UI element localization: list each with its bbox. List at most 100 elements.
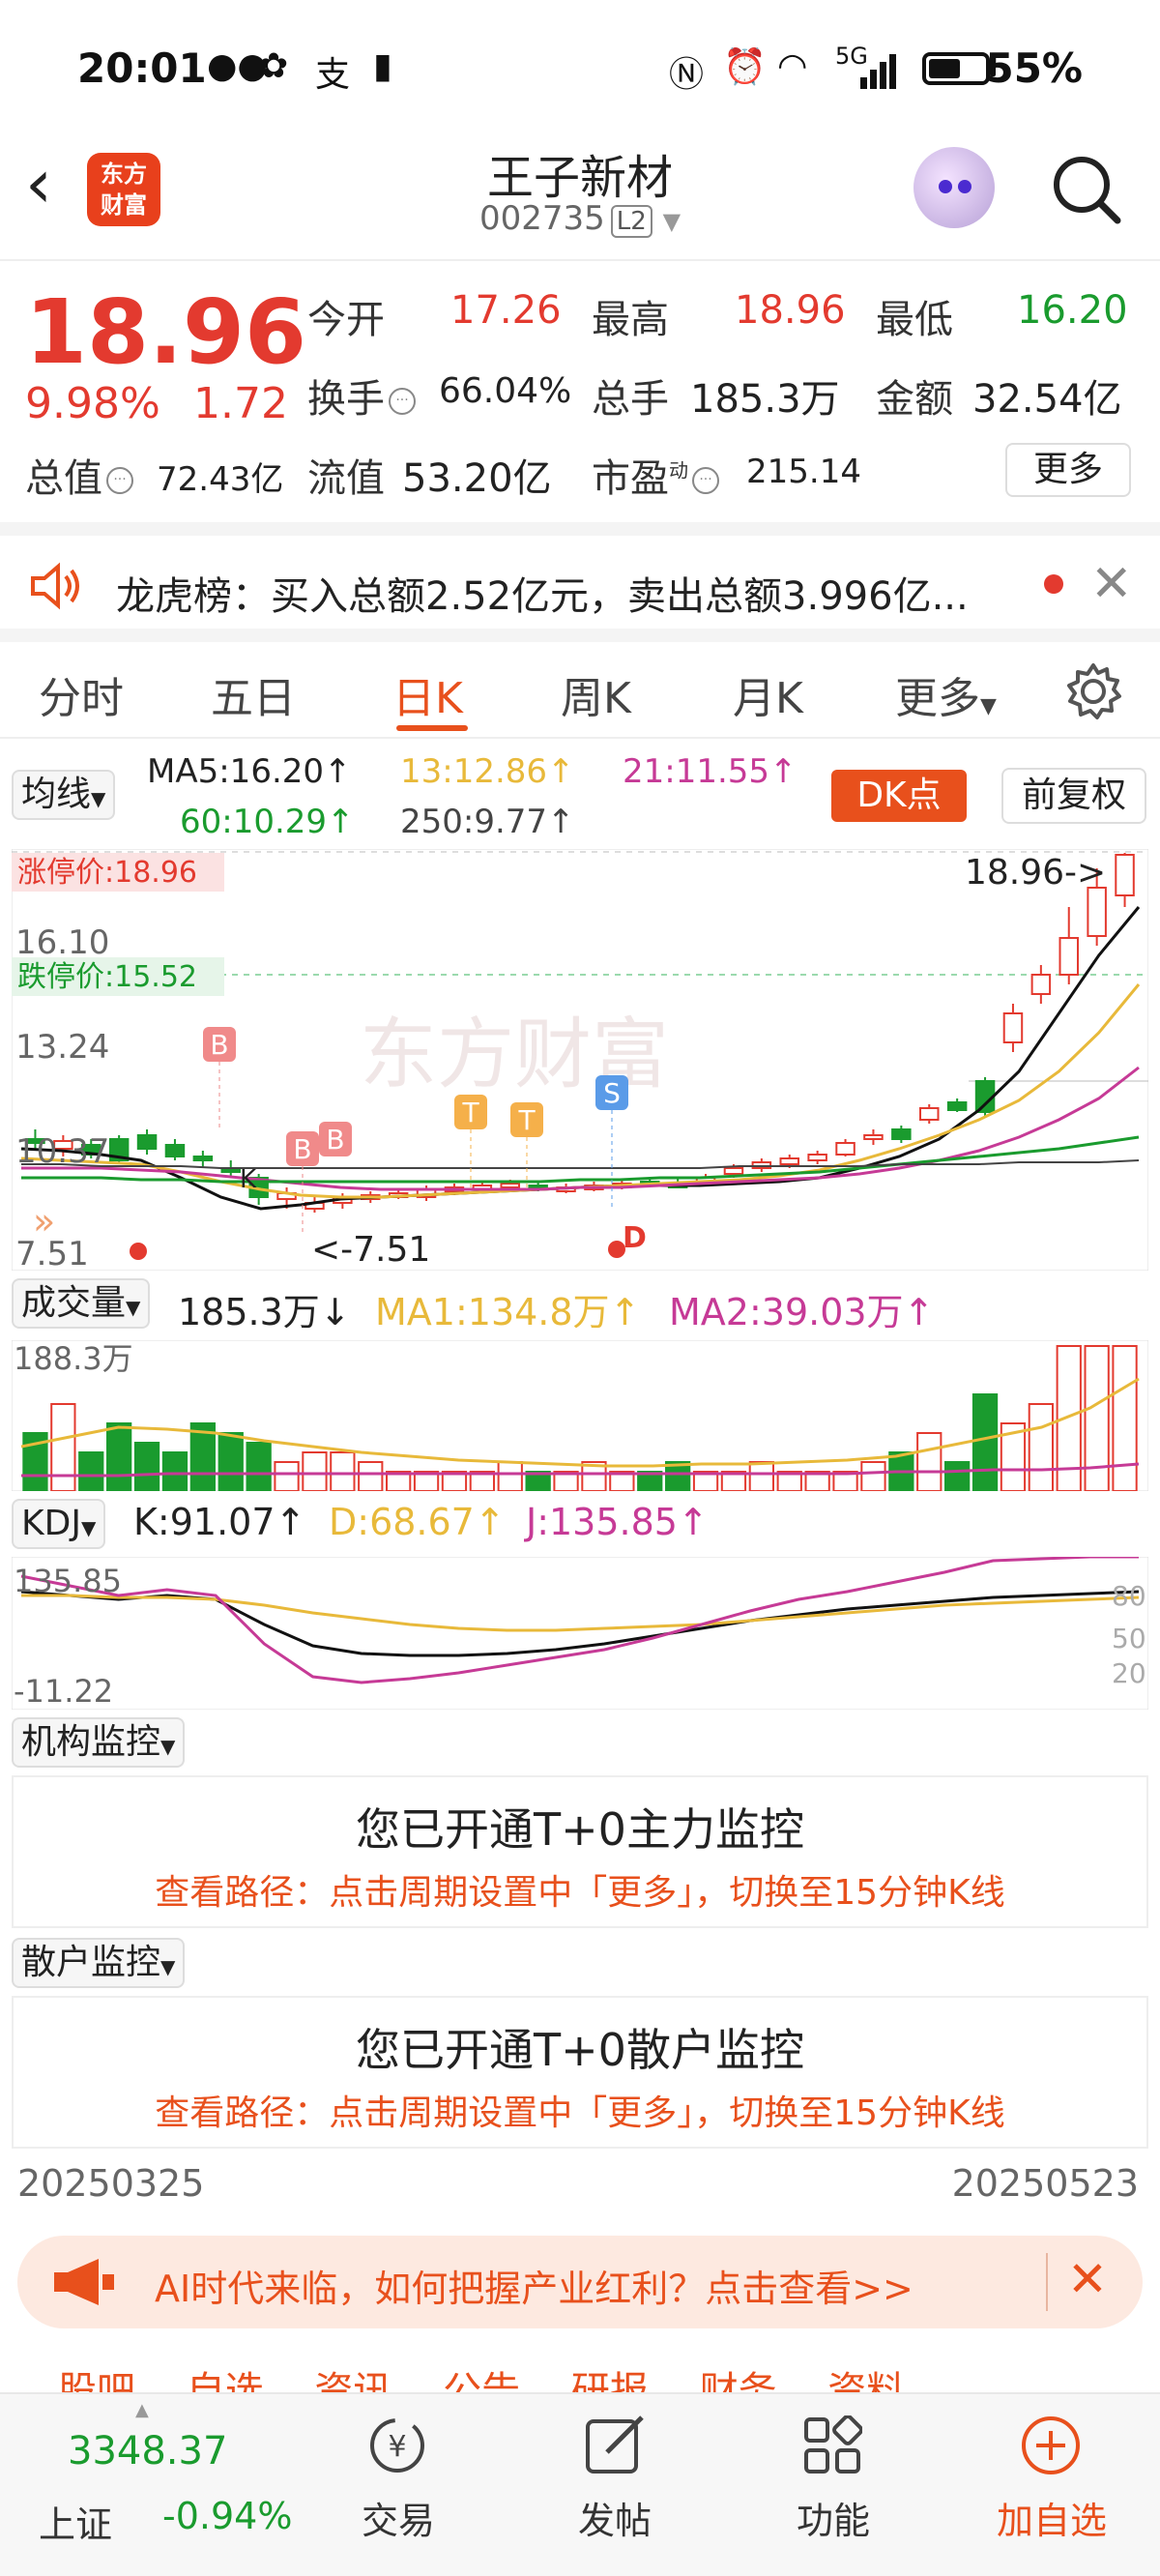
turnover-label: 换手 ··· bbox=[307, 367, 420, 424]
candle-body bbox=[500, 1183, 520, 1188]
battery-percent: 55% bbox=[985, 44, 1083, 92]
kdj-y-bottom: -11.22 bbox=[14, 1673, 113, 1710]
volume-bar bbox=[748, 1461, 774, 1491]
divider bbox=[0, 629, 1160, 642]
y-axis-label: 16.10 bbox=[15, 923, 109, 962]
volume-bar bbox=[1028, 1403, 1054, 1491]
sell-marker: S bbox=[603, 1077, 621, 1109]
info-icon: ··· bbox=[389, 388, 416, 415]
volume-bar bbox=[50, 1403, 76, 1491]
ma-selector[interactable]: 均线▼ bbox=[12, 770, 116, 820]
kdj-level: 20 bbox=[1112, 1657, 1146, 1689]
institution-monitor-selector[interactable]: 机构监控▼ bbox=[12, 1717, 186, 1768]
monitor-path: 查看路径：点击周期设置中「更多」，切换至15分钟K线 bbox=[155, 1873, 1005, 1913]
candle-body bbox=[164, 1144, 186, 1157]
alarm-icon: ⏰ bbox=[723, 47, 767, 87]
dk-point-button[interactable]: DK点 bbox=[831, 770, 967, 822]
signal-icon bbox=[860, 54, 896, 89]
close-icon[interactable]: ✕ bbox=[1090, 555, 1133, 613]
volume-value: 185.3万 bbox=[690, 377, 840, 422]
ai-assistant-avatar[interactable] bbox=[914, 147, 995, 228]
candle-body bbox=[919, 1107, 940, 1121]
forward-adjust-button[interactable]: 前复权 bbox=[1001, 768, 1146, 824]
tab-five-day[interactable]: 五日 bbox=[211, 663, 296, 725]
notice-text: 龙虎榜：买入总额2.52亿元，卖出总额3.996亿... bbox=[116, 574, 969, 619]
min-price-marker: <-7.51 bbox=[311, 1230, 430, 1270]
content-tabs-partial: 股吧 自选 资讯 公告 研报 财务 资料 bbox=[0, 2359, 1160, 2394]
max-price-marker: 18.96-> bbox=[965, 853, 1106, 893]
y-axis-label: 7.51 bbox=[15, 1235, 89, 1271]
institution-monitor-panel[interactable]: 您已开通T+0主力监控 查看路径：点击周期设置中「更多」，切换至15分钟K线 bbox=[12, 1775, 1148, 1928]
buy-marker: B bbox=[326, 1124, 344, 1156]
search-icon[interactable] bbox=[1050, 153, 1123, 226]
volume-selector[interactable]: 成交量▼ bbox=[12, 1278, 151, 1329]
volume-chart[interactable]: 188.3万 bbox=[12, 1340, 1148, 1491]
amount-value: 32.54亿 bbox=[972, 377, 1122, 422]
settings-gear-icon[interactable] bbox=[1063, 661, 1123, 721]
t-marker: T bbox=[517, 1104, 536, 1136]
svg-text:¥: ¥ bbox=[388, 2430, 406, 2464]
volume-label: 总手 bbox=[592, 377, 669, 422]
add-circle-icon bbox=[1022, 2416, 1080, 2474]
tab-more[interactable]: 更多▼ bbox=[895, 663, 997, 725]
tab-daily-k[interactable]: 日K bbox=[392, 663, 463, 725]
megaphone-icon bbox=[54, 2259, 114, 2305]
tab-minute[interactable]: 分时 bbox=[39, 663, 124, 725]
candle-body bbox=[192, 1156, 214, 1161]
dragon-tiger-notice[interactable]: 龙虎榜：买入总额2.52亿元，卖出总额3.996亿... ✕ bbox=[0, 538, 1160, 634]
retail-monitor-panel[interactable]: 您已开通T+0散户监控 查看路径：点击周期设置中「更多」，切换至15分钟K线 bbox=[12, 1996, 1148, 2149]
volume-bar bbox=[972, 1393, 999, 1491]
candle-body bbox=[1030, 974, 1052, 995]
divider bbox=[1046, 2253, 1048, 2311]
volume-bar bbox=[218, 1432, 244, 1491]
retail-monitor-selector[interactable]: 散户监控▼ bbox=[12, 1938, 186, 1988]
close-icon[interactable]: ✕ bbox=[1067, 2251, 1108, 2307]
volume-ma1: MA1:134.8万↑ bbox=[375, 1291, 641, 1333]
candle-body bbox=[723, 1167, 744, 1175]
change-percent: 9.98% bbox=[25, 379, 160, 428]
tab-weekly-k[interactable]: 周K bbox=[561, 663, 631, 725]
status-bar: 20:01 ●● ✿ 支 ▮ Ⓝ ⏰ ◠ 5G 55% bbox=[0, 0, 1160, 135]
ai-promo-banner[interactable]: AI时代来临，如何把握产业红利？点击查看>> ✕ bbox=[17, 2236, 1143, 2328]
speaker-icon bbox=[31, 562, 79, 610]
volume-bar bbox=[78, 1451, 104, 1491]
ma5-value: MA5:16.20↑ bbox=[147, 752, 352, 791]
low-label: 最低 bbox=[876, 298, 953, 342]
candle-body bbox=[1087, 887, 1107, 937]
compose-icon bbox=[586, 2415, 644, 2474]
more-quote-button[interactable]: 更多 bbox=[1005, 443, 1131, 497]
tab-monthly-k[interactable]: 月K bbox=[733, 663, 803, 725]
open-value: 17.26 bbox=[450, 288, 562, 333]
kdj-chart[interactable]: 135.85 -11.22 80 50 20 bbox=[12, 1557, 1148, 1710]
candle-body bbox=[779, 1157, 799, 1165]
kdj-level: 80 bbox=[1112, 1580, 1146, 1612]
kdj-y-top: 135.85 bbox=[14, 1563, 122, 1599]
volume-bar bbox=[161, 1451, 188, 1491]
kdj-j: J:135.85↑ bbox=[526, 1501, 709, 1543]
wifi-icon: ◠ bbox=[777, 46, 808, 86]
clock: 20:01 bbox=[77, 44, 207, 92]
nav-trade-label: 交易 bbox=[361, 2500, 435, 2542]
kline-chart[interactable]: 东方财富 B B B T T S D K » 涨停价:18.96 跌停价:15.… bbox=[12, 849, 1148, 1271]
volume-value: 185.3万↓ bbox=[178, 1291, 351, 1333]
buy-marker: B bbox=[293, 1133, 311, 1165]
bottom-nav: ▲ 3348.37 上证 -0.94% ¥ 交易 发帖 功能 加自选 bbox=[0, 2392, 1160, 2576]
volume-bar bbox=[330, 1451, 356, 1491]
divider bbox=[0, 522, 1160, 536]
open-label: 今开 bbox=[307, 298, 385, 342]
volume-bar bbox=[497, 1461, 523, 1491]
kdj-level: 50 bbox=[1112, 1623, 1146, 1654]
app-notification-icon: ✿ bbox=[259, 46, 289, 86]
mktcap-label: 总值 ··· bbox=[25, 447, 137, 503]
alipay-icon: 支 bbox=[315, 55, 351, 95]
volume-bar bbox=[133, 1442, 160, 1491]
volume-bar bbox=[106, 1422, 132, 1491]
kdj-selector[interactable]: KDJ▼ bbox=[12, 1499, 106, 1549]
active-tab-indicator bbox=[396, 725, 468, 731]
float-label: 流值 bbox=[307, 456, 385, 501]
volume-bar bbox=[916, 1432, 942, 1491]
limit-down-label: 跌停价:15.52 bbox=[17, 960, 197, 994]
grid-apps-icon bbox=[804, 2415, 862, 2474]
kdj-k: K:91.07↑ bbox=[133, 1501, 306, 1543]
volume-ma2: MA2:39.03万↑ bbox=[669, 1291, 935, 1333]
